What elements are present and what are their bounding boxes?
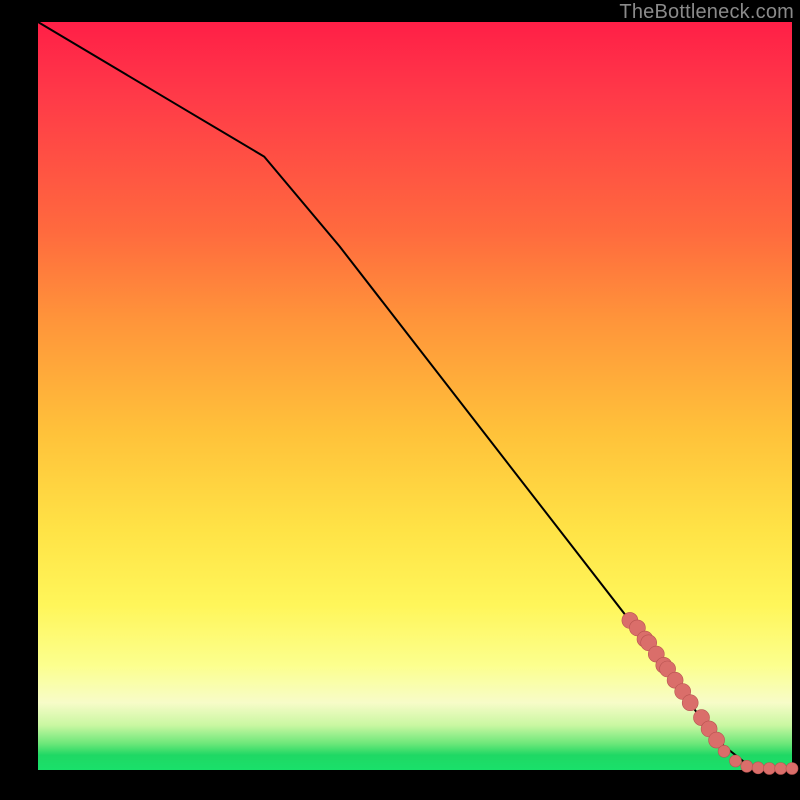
watermark-text: TheBottleneck.com [619, 1, 794, 24]
sample-point [775, 763, 787, 775]
chart-frame: TheBottleneck.com [0, 0, 800, 800]
chart-overlay [38, 22, 792, 770]
sample-point [718, 745, 730, 757]
plot-area [38, 22, 792, 770]
sample-point [730, 755, 742, 767]
sample-point [682, 695, 698, 711]
sample-point [741, 760, 753, 772]
sample-point [752, 762, 764, 774]
sample-point [763, 763, 775, 775]
bottleneck-curve [38, 22, 792, 770]
sample-point [786, 763, 798, 775]
curve-group [38, 22, 792, 770]
sample-points-group [622, 612, 798, 774]
